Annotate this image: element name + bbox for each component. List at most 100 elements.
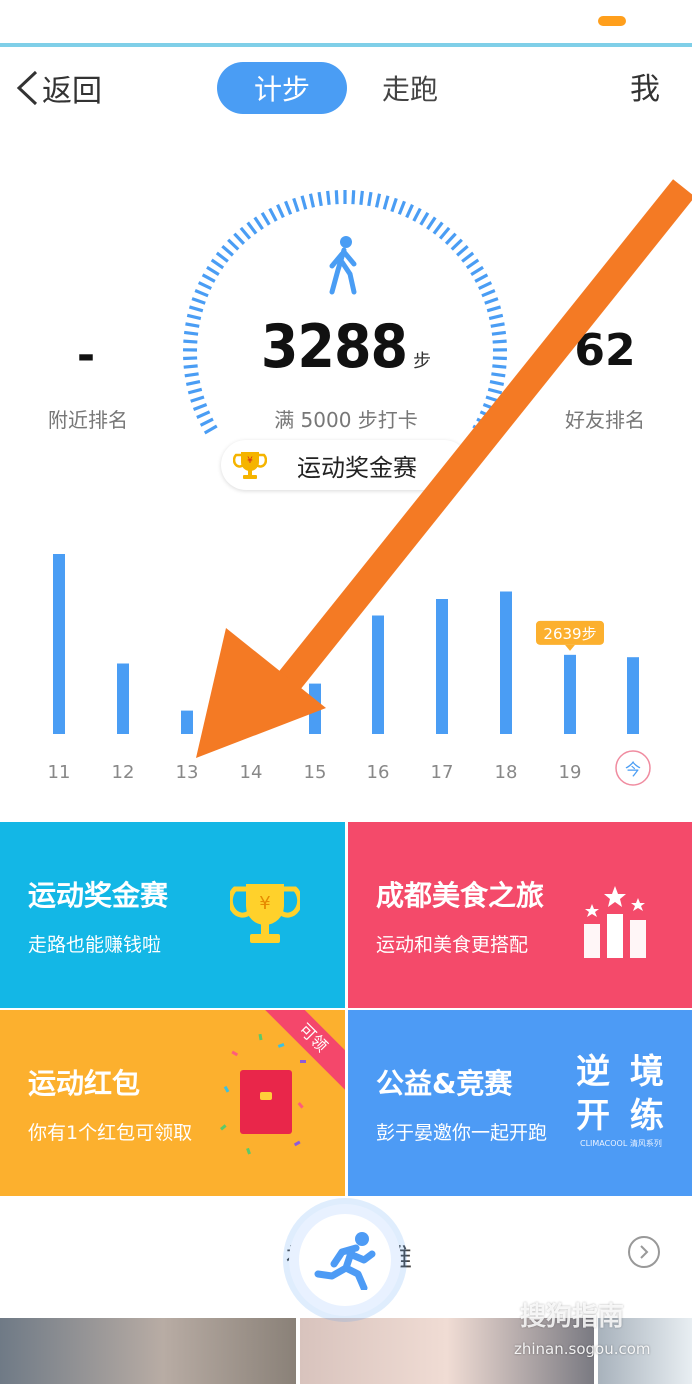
card-food-trip[interactable]: 成都美食之旅 运动和美食更搭配 <box>348 822 692 1008</box>
x-tick-label: 12 <box>112 762 135 783</box>
gauge-tick <box>492 356 507 361</box>
gauge-tick <box>367 191 373 207</box>
bar-day-12[interactable] <box>117 663 129 735</box>
svg-text:¥: ¥ <box>259 893 270 914</box>
bar-day-13[interactable] <box>181 710 193 734</box>
gauge-tick <box>481 289 496 298</box>
step-count-value: 3288 <box>260 312 408 382</box>
gauge-tick <box>194 289 209 298</box>
gauge-tick <box>479 410 494 419</box>
gauge-tick <box>397 200 406 215</box>
gauge-tick <box>456 244 469 257</box>
gauge-tick <box>351 190 356 205</box>
gauge-tick <box>450 238 463 251</box>
gauge-tick <box>190 395 205 403</box>
gauge-tick <box>233 232 246 245</box>
gauge-tick <box>487 387 503 395</box>
x-tick-label: 今 <box>625 760 641 779</box>
gauge-tick <box>491 372 506 378</box>
gauge-tick <box>492 364 507 369</box>
gauge-tick <box>183 339 198 344</box>
gauge-tick <box>184 372 199 378</box>
bar-day-19[interactable] <box>564 654 576 734</box>
gauge-tick <box>382 195 390 210</box>
card-subtitle: 走路也能赚钱啦 <box>28 934 162 956</box>
prize-contest-button[interactable]: ¥ 运动奖金赛 <box>221 440 469 490</box>
gauge-tick <box>486 305 502 313</box>
gauge-tick <box>227 238 240 251</box>
status-indicator <box>598 16 626 26</box>
slogan-brand: CLIMACOOL 清风系列 <box>580 1139 662 1148</box>
gauge-tick <box>183 330 199 336</box>
gauge-tick <box>359 190 364 206</box>
start-run-button[interactable] <box>289 1204 401 1316</box>
walking-person-icon <box>329 236 357 295</box>
gauge-tick <box>260 211 271 226</box>
bar-day-11[interactable] <box>53 554 65 734</box>
photo-thumbnail[interactable] <box>0 1318 296 1384</box>
gauge-tick <box>374 193 382 208</box>
nearby-rank-label[interactable]: 附近排名 <box>38 404 138 433</box>
bar-day-今[interactable] <box>627 657 639 734</box>
gauge-tick <box>246 221 258 235</box>
tab-walk-run[interactable]: 走跑 <box>360 62 460 114</box>
bar-day-17[interactable] <box>436 599 448 734</box>
bar-day-18[interactable] <box>500 591 512 735</box>
podium-stars-icon <box>584 886 646 958</box>
gauge-tick <box>210 258 225 270</box>
gauge-tick <box>492 339 507 344</box>
gauge-tick <box>206 265 220 276</box>
gauge-tick <box>470 265 484 276</box>
gauge-tick <box>489 380 505 386</box>
gauge-tick <box>482 402 498 411</box>
value-tooltip-pointer <box>565 644 575 651</box>
gauge-tick <box>478 281 493 290</box>
gauge-tick <box>284 200 293 215</box>
gauge-tick <box>405 204 414 219</box>
gauge-tick <box>490 322 505 328</box>
card-title: 公益&竞赛 <box>376 1067 513 1100</box>
gauge-tick <box>300 195 308 210</box>
back-button[interactable]: 返回 <box>14 66 102 110</box>
gauge-tick <box>239 226 252 240</box>
gauge-tick <box>412 207 422 222</box>
step-count: 3288 步 <box>230 312 462 382</box>
gauge-tick <box>197 281 212 290</box>
gauge-tick <box>203 424 218 435</box>
nearby-rank-value[interactable]: - <box>60 330 112 381</box>
gauge-tick <box>192 402 208 411</box>
gauge-tick <box>488 313 504 321</box>
card-title: 成都美食之旅 <box>376 879 545 912</box>
goal-text: 满 5000 步打卡 <box>274 408 418 432</box>
slogan-line-1: 逆 境 <box>576 1052 668 1092</box>
card-charity-contest[interactable]: 公益&竞赛 彭于晏邀你一起开跑 逆 境 开 练 CLIMACOOL 清风系列 <box>348 1010 692 1196</box>
card-prize-contest[interactable]: 运动奖金赛 走路也能赚钱啦 ¥ <box>0 822 345 1008</box>
gauge-tick <box>221 244 234 257</box>
gauge-tick <box>187 387 203 395</box>
x-tick-label: 14 <box>240 762 263 783</box>
friend-rank-label[interactable]: 好友排名 <box>555 404 655 433</box>
gauge-tick <box>419 211 430 226</box>
more-button[interactable] <box>628 1236 660 1268</box>
bar-day-16[interactable] <box>372 615 384 735</box>
gauge-tick <box>183 356 198 361</box>
trophy-icon: ¥ <box>233 452 267 479</box>
card-title: 运动奖金赛 <box>28 879 169 912</box>
slogan-line-2: 开 练 <box>576 1096 668 1136</box>
friend-rank-value[interactable]: 62 <box>570 325 640 376</box>
gauge-tick <box>461 251 475 263</box>
bar-day-15[interactable] <box>309 683 321 734</box>
gauge-tick <box>186 313 202 321</box>
gauge-tick <box>485 395 500 403</box>
gauge-tick <box>188 305 204 313</box>
gauge-tick <box>185 322 200 328</box>
card-subtitle: 你有1个红包可领取 <box>28 1122 193 1144</box>
tab-step-count[interactable]: 计步 <box>217 62 347 114</box>
gauge-tick <box>268 207 278 222</box>
gauge-tick <box>426 216 437 230</box>
red-envelope-icon <box>220 1033 306 1155</box>
card-red-envelope[interactable]: 可领 运动红包 你有1个红包可领取 <box>0 1010 345 1196</box>
x-tick-label: 13 <box>176 762 199 783</box>
daily-steps-chart[interactable]: 11 12 13 14 15 16 17 18 19 今 2639步 <box>0 530 692 790</box>
me-button[interactable]: 我 <box>630 64 660 108</box>
